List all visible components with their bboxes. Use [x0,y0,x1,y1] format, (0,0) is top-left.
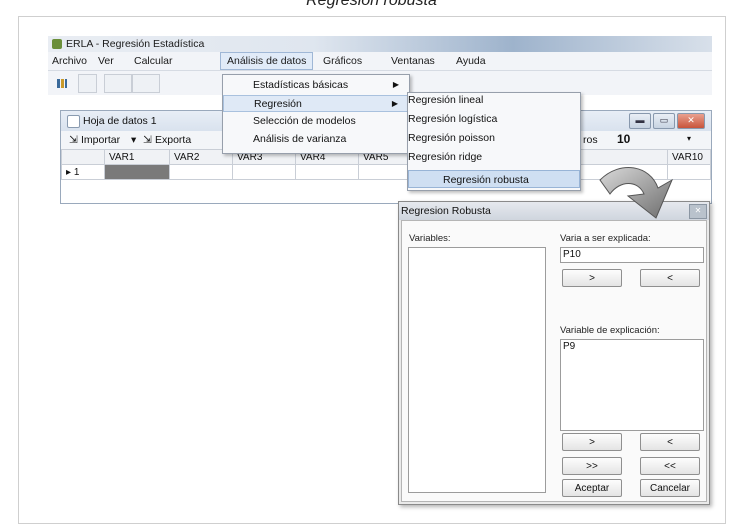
datasheet-icon [67,115,80,128]
grid-cell[interactable] [295,164,359,180]
menu-item-label: Análisis de varianza [253,133,347,145]
chevron-right-icon: ▶ [392,80,399,89]
menu-item-label: Regresión [254,98,302,110]
figure-caption: Regresión robusta [306,0,437,9]
datasheet-window-buttons: ▬ ▭ ✕ [627,113,705,129]
explanatory-variable-list[interactable]: P9 [560,339,704,431]
submenu-item-regresion-logistica[interactable]: Regresión logística [408,113,580,131]
chevron-down-icon[interactable]: ▾ [131,134,136,146]
bar-chart-icon [57,79,67,88]
menu-ventanas[interactable]: Ventanas [391,55,435,67]
move-all-left-button[interactable]: << [640,457,700,475]
variables-label: Variables: [409,233,451,244]
menubar: Archivo Ver Calcular Análisis de datos G… [48,52,712,71]
move-right-button[interactable]: > [562,433,622,451]
window-tool-button[interactable] [104,74,132,93]
variables-list[interactable] [408,247,546,493]
grid-cell[interactable] [169,164,233,180]
dialog-title: Regresion Robusta [401,205,491,217]
menu-calcular[interactable]: Calcular [134,55,173,67]
menu-item-seleccion-de-modelos[interactable]: Selección de modelos [223,113,409,130]
menu-graficos[interactable]: Gráficos [323,55,362,67]
import-icon: ⇲ [69,134,78,146]
window2-tool-button[interactable] [132,74,160,93]
submenu-item-regresion-poisson[interactable]: Regresión poisson [408,132,580,150]
analysis-menu: Estadísticas básicas ▶ Regresión ▶ Selec… [222,74,410,154]
table-tool-button[interactable] [78,74,97,93]
row-number: 1 [73,166,80,178]
explanatory-variable-label: Variable de explicación: [560,325,660,336]
grid-corner[interactable] [61,149,105,165]
cancel-button[interactable]: Cancelar [640,479,700,497]
chevron-right-icon: ▶ [391,99,398,108]
menu-ayuda[interactable]: Ayuda [456,55,486,67]
app-title: ERLA - Regresión Estadística [66,38,205,50]
grid-cell[interactable] [232,164,296,180]
selected-cell[interactable] [104,164,170,180]
import-button[interactable]: Importar [81,134,120,146]
maximize-button[interactable]: ▭ [653,113,675,129]
submenu-item-regresion-robusta[interactable]: Regresión robusta [408,170,580,188]
menu-ver[interactable]: Ver [98,55,114,67]
close-icon[interactable]: ✕ [689,204,707,219]
submenu-item-regresion-lineal[interactable]: Regresión lineal [408,94,580,112]
rows-stepper-icon[interactable]: ▾ [687,134,691,143]
submenu-item-label: Regresión robusta [443,174,529,186]
move-left-button-top[interactable]: < [640,269,700,287]
close-button[interactable]: ✕ [677,113,705,129]
move-left-button[interactable]: < [640,433,700,451]
column-header[interactable]: VAR1 [104,149,170,165]
move-all-right-button[interactable]: >> [562,457,622,475]
menu-item-label: Estadísticas básicas [253,79,349,91]
app-titlebar: ERLA - Regresión Estadística [48,36,712,52]
menu-item-label: Selección de modelos [253,115,356,127]
chart-tool-button[interactable] [54,74,71,91]
move-right-button-top[interactable]: > [562,269,622,287]
menu-item-regresion[interactable]: Regresión ▶ [223,95,409,112]
export-button[interactable]: Exporta [155,134,191,146]
app-icon [52,39,62,49]
menu-item-analisis-de-varianza[interactable]: Análisis de varianza [223,131,409,148]
regression-submenu: Regresión lineal Regresión logística Reg… [407,92,581,191]
menu-analisis-de-datos[interactable]: Análisis de datos [220,52,314,70]
menu-archivo[interactable]: Archivo [52,55,87,67]
menu-item-estadisticas-basicas[interactable]: Estadísticas básicas ▶ [223,77,409,94]
row-header[interactable]: ▸ 1 [61,164,105,180]
accept-button[interactable]: Aceptar [562,479,622,497]
minimize-button[interactable]: ▬ [629,113,651,129]
list-item[interactable]: P9 [561,340,703,353]
submenu-item-regresion-ridge[interactable]: Regresión ridge [408,151,580,169]
export-icon: ⇲ [143,134,152,146]
datasheet-title: Hoja de datos 1 [83,115,157,127]
dialog-body: Variables: Varia a ser explicada: P10 > … [401,220,707,502]
curved-arrow-icon [599,167,674,219]
